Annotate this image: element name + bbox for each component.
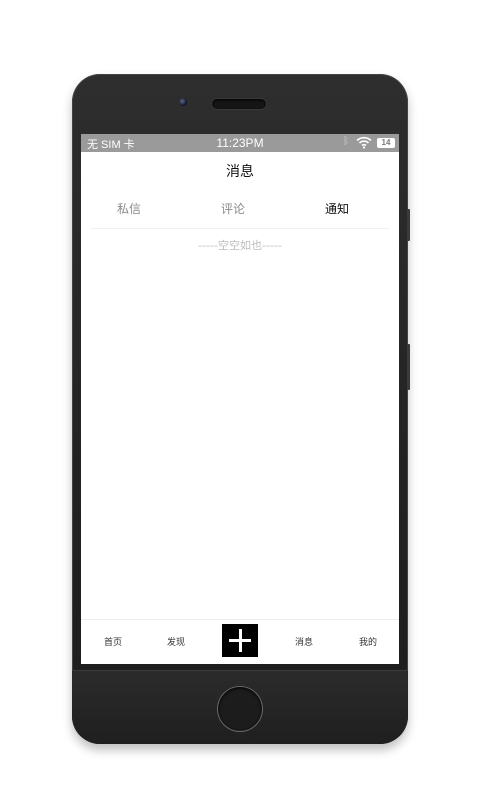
tab-divider: [91, 228, 389, 229]
side-button-top: [407, 209, 410, 241]
tab-private-messages[interactable]: 私信: [89, 200, 169, 217]
wifi-icon: [356, 136, 372, 149]
tab-comments[interactable]: 评论: [193, 200, 273, 217]
earpiece-speaker: [212, 99, 266, 109]
clock: 11:23PM: [216, 136, 264, 150]
add-post-button[interactable]: [222, 624, 258, 657]
bottom-tab-bar: 首页 发现 消息 我的: [81, 619, 399, 664]
message-tabs: 私信 评论 通知: [81, 192, 399, 228]
front-camera-icon: [179, 98, 187, 106]
battery-icon: 14: [377, 138, 395, 148]
app-screen: 无 SIM 卡 11:23PM ᛒ 14 消息 私信 评论 通知 -----空空…: [81, 134, 399, 664]
side-button-volume: [407, 344, 410, 390]
empty-state-text: -----空空如也-----: [198, 239, 282, 252]
home-button[interactable]: [218, 687, 262, 731]
phone-frame: 无 SIM 卡 11:23PM ᛒ 14 消息 私信 评论 通知 -----空空…: [72, 74, 410, 744]
tab-notifications[interactable]: 通知: [297, 200, 377, 217]
tabbar-item-messages[interactable]: 消息: [279, 635, 329, 648]
page-title: 消息: [226, 164, 254, 180]
bluetooth-icon: ᛒ: [343, 136, 349, 147]
tabbar-item-home[interactable]: 首页: [88, 635, 138, 648]
status-bar: 无 SIM 卡 11:23PM ᛒ 14: [81, 134, 399, 152]
plus-icon-vertical: [238, 629, 242, 652]
tabbar-item-mine[interactable]: 我的: [343, 635, 393, 648]
tabbar-item-discover[interactable]: 发现: [151, 635, 201, 648]
